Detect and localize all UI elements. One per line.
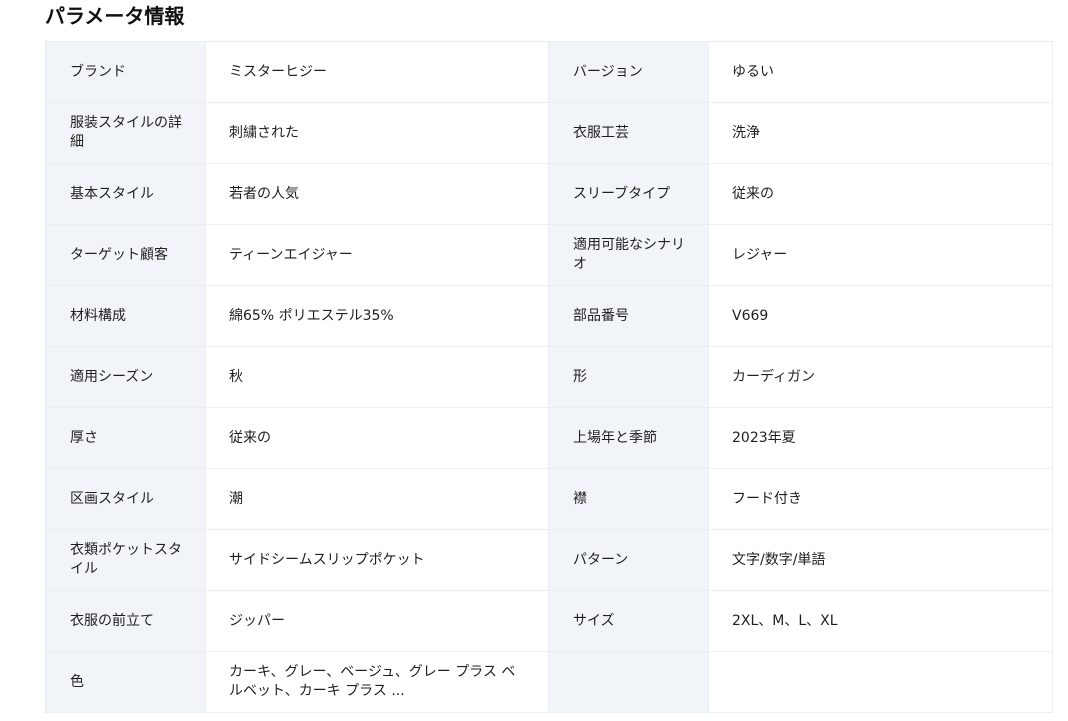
param-label: ブランド xyxy=(46,42,206,102)
param-value: ゆるい xyxy=(709,42,1053,102)
param-value: 潮 xyxy=(206,469,549,529)
param-value: ミスターヒジー xyxy=(206,42,549,102)
param-value: 2023年夏 xyxy=(709,408,1053,468)
param-value: 文字/数字/単語 xyxy=(709,530,1053,590)
param-value: 洗浄 xyxy=(709,103,1053,163)
param-value: 秋 xyxy=(206,347,549,407)
param-label: 衣服工芸 xyxy=(549,103,709,163)
param-value: 若者の人気 xyxy=(206,164,549,224)
param-label: 材料構成 xyxy=(46,286,206,346)
table-row: 服装スタイルの詳細 刺繍された 衣服工芸 洗浄 xyxy=(46,103,1053,164)
param-label: バージョン xyxy=(549,42,709,102)
table-row: 区画スタイル 潮 襟 フード付き xyxy=(46,469,1053,530)
param-label: サイズ xyxy=(549,591,709,651)
param-value: カーディガン xyxy=(709,347,1053,407)
table-row: ターゲット顧客 ティーンエイジャー 適用可能なシナリオ レジャー xyxy=(46,225,1053,286)
param-label: 厚さ xyxy=(46,408,206,468)
param-label: 色 xyxy=(46,652,206,712)
param-value: V669 xyxy=(709,286,1053,346)
param-value: 綿65% ポリエステル35% xyxy=(206,286,549,346)
param-label: パターン xyxy=(549,530,709,590)
param-value: 従来の xyxy=(709,164,1053,224)
param-value: ティーンエイジャー xyxy=(206,225,549,285)
param-label: スリーブタイプ xyxy=(549,164,709,224)
param-label: 襟 xyxy=(549,469,709,529)
table-row: 衣類ポケットスタイル サイドシームスリップポケット パターン 文字/数字/単語 xyxy=(46,530,1053,591)
param-label xyxy=(549,652,709,712)
param-value: サイドシームスリップポケット xyxy=(206,530,549,590)
param-value: フード付き xyxy=(709,469,1053,529)
param-label: 部品番号 xyxy=(549,286,709,346)
section-title: パラメータ情報 xyxy=(45,4,185,28)
table-row: ブランド ミスターヒジー バージョン ゆるい xyxy=(46,42,1053,103)
param-value: カーキ、グレー、ベージュ、グレー プラス ベルベット、カーキ プラス ... xyxy=(206,652,549,712)
table-row: 色 カーキ、グレー、ベージュ、グレー プラス ベルベット、カーキ プラス ... xyxy=(46,652,1053,713)
param-label: 基本スタイル xyxy=(46,164,206,224)
param-label: 衣服の前立て xyxy=(46,591,206,651)
param-value: 従来の xyxy=(206,408,549,468)
table-row: 厚さ 従来の 上場年と季節 2023年夏 xyxy=(46,408,1053,469)
param-value: 刺繍された xyxy=(206,103,549,163)
param-label: 適用可能なシナリオ xyxy=(549,225,709,285)
param-value: レジャー xyxy=(709,225,1053,285)
param-value: ジッパー xyxy=(206,591,549,651)
param-value xyxy=(709,652,1053,712)
table-row: 材料構成 綿65% ポリエステル35% 部品番号 V669 xyxy=(46,286,1053,347)
param-value: 2XL、M、L、XL xyxy=(709,591,1053,651)
table-row: 衣服の前立て ジッパー サイズ 2XL、M、L、XL xyxy=(46,591,1053,652)
param-label: 区画スタイル xyxy=(46,469,206,529)
parameter-table: ブランド ミスターヒジー バージョン ゆるい 服装スタイルの詳細 刺繍された 衣… xyxy=(45,41,1053,713)
param-label: 形 xyxy=(549,347,709,407)
param-label: ターゲット顧客 xyxy=(46,225,206,285)
param-label: 適用シーズン xyxy=(46,347,206,407)
param-label: 服装スタイルの詳細 xyxy=(46,103,206,163)
table-row: 基本スタイル 若者の人気 スリーブタイプ 従来の xyxy=(46,164,1053,225)
table-row: 適用シーズン 秋 形 カーディガン xyxy=(46,347,1053,408)
param-label: 衣類ポケットスタイル xyxy=(46,530,206,590)
param-label: 上場年と季節 xyxy=(549,408,709,468)
